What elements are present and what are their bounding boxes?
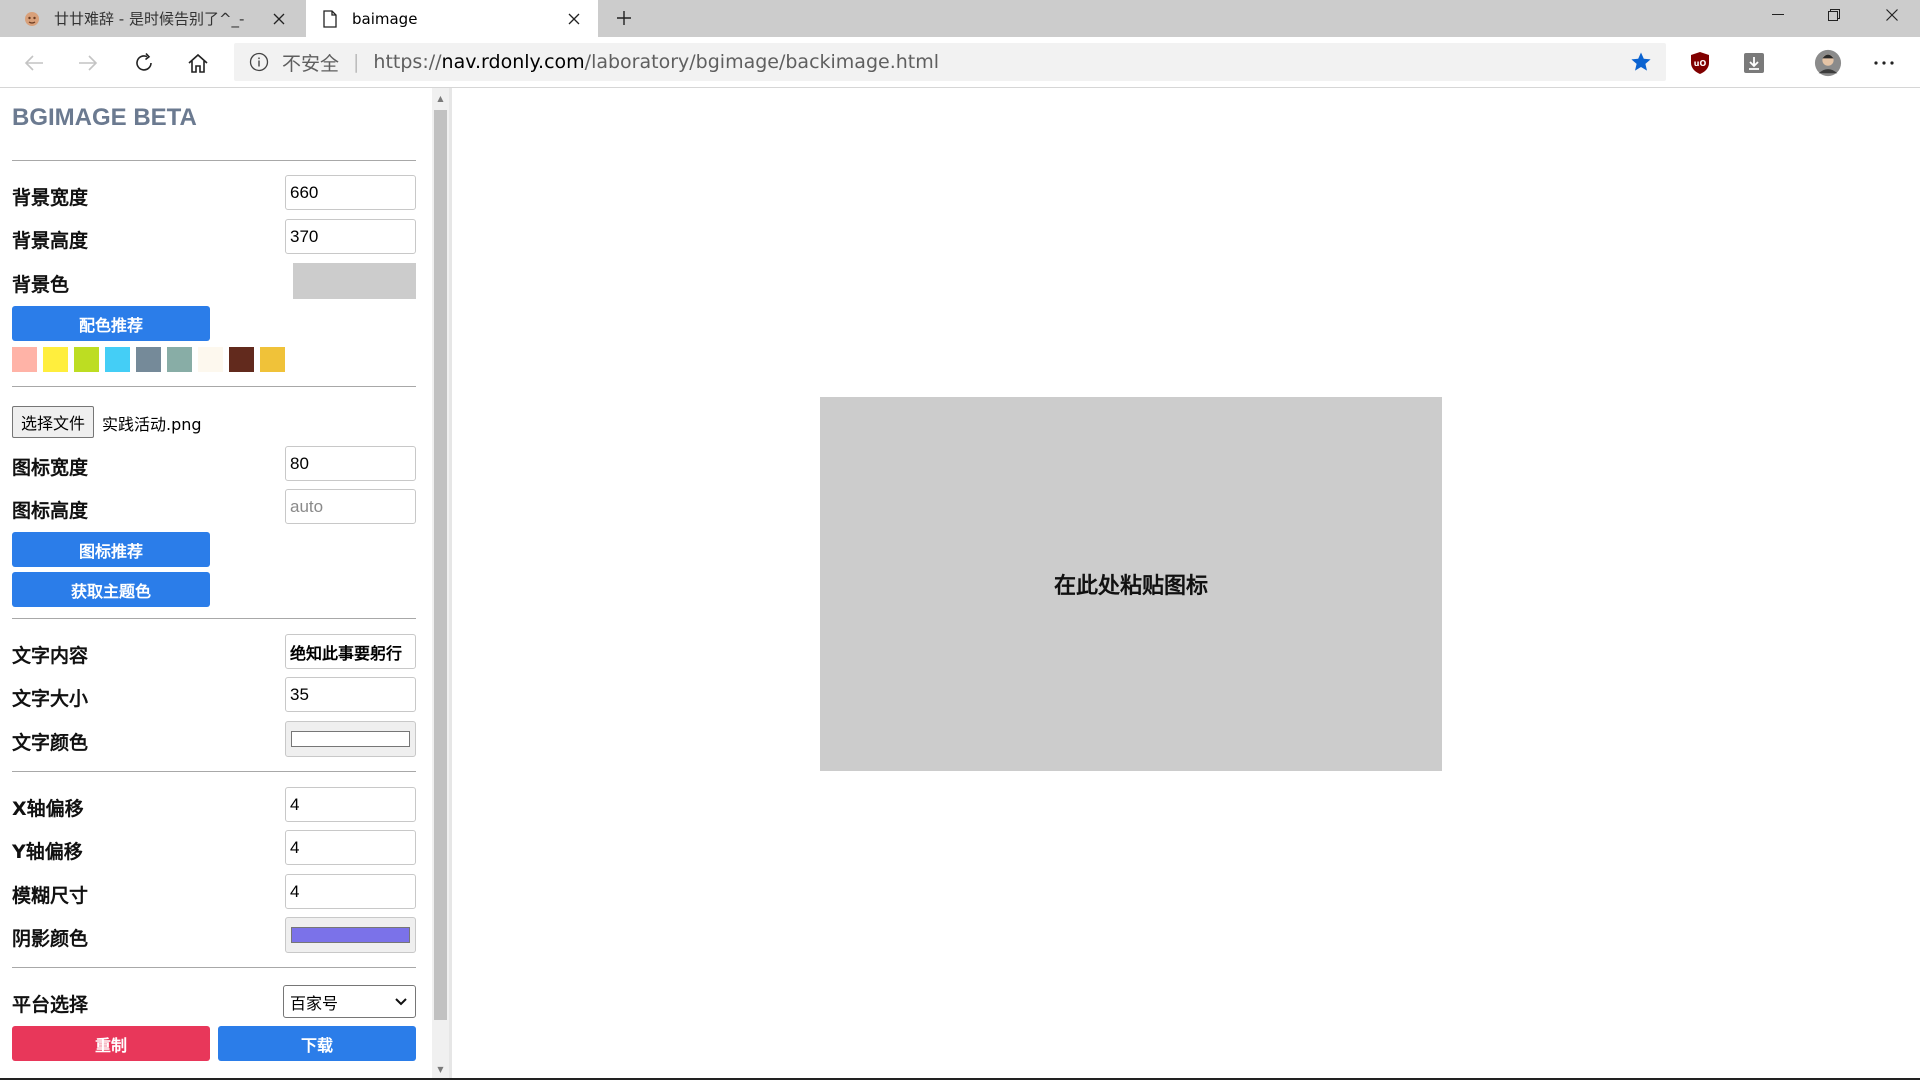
- color-swatch[interactable]: [198, 347, 223, 372]
- url-scheme: https://: [373, 51, 442, 73]
- scroll-down-icon[interactable]: ▼: [432, 1061, 449, 1078]
- background-image-canvas[interactable]: 在此处粘贴图标: [820, 397, 1442, 771]
- forward-icon[interactable]: [72, 47, 104, 79]
- reset-button[interactable]: 重制: [12, 1026, 210, 1061]
- section-divider: [12, 386, 416, 387]
- text-color-picker[interactable]: [285, 721, 416, 757]
- tab-strip: 廿廿难辞 - 是时候告别了^_- baimage: [0, 0, 1920, 37]
- back-icon[interactable]: [18, 47, 50, 79]
- blur-size-input[interactable]: 4: [285, 874, 416, 909]
- shadow-color-preview: [291, 927, 410, 943]
- emoji-favicon-icon: [22, 9, 42, 29]
- info-icon[interactable]: [248, 51, 270, 73]
- panel-scrollbar[interactable]: ▲ ▼: [432, 88, 449, 1080]
- download-icon[interactable]: [1740, 49, 1768, 77]
- more-menu-icon[interactable]: [1870, 49, 1898, 77]
- color-swatch[interactable]: [43, 347, 68, 372]
- color-swatch[interactable]: [167, 347, 192, 372]
- favorite-star-icon[interactable]: [1630, 51, 1652, 73]
- color-recommend-button[interactable]: 配色推荐: [12, 306, 210, 341]
- scrollbar-thumb[interactable]: [434, 110, 447, 1020]
- download-button[interactable]: 下载: [218, 1026, 416, 1061]
- tab-title: baimage: [352, 9, 418, 28]
- section-divider: [12, 618, 416, 619]
- page-icon: [320, 9, 340, 29]
- address-bar[interactable]: 不安全 | https://nav.rdonly.com/laboratory/…: [234, 43, 1666, 81]
- choose-file-button[interactable]: 选择文件: [12, 406, 95, 438]
- ublock-icon[interactable]: uO: [1686, 49, 1714, 77]
- avatar[interactable]: [1814, 49, 1842, 77]
- text-size-input[interactable]: 35: [285, 677, 416, 712]
- color-swatch[interactable]: [229, 347, 254, 372]
- blur-size-label: 模糊尺寸: [12, 885, 89, 907]
- platform-label: 平台选择: [12, 994, 89, 1016]
- svg-text:uO: uO: [1694, 59, 1707, 68]
- url-path: /laboratory/bgimage/backimage.html: [584, 51, 940, 73]
- paste-hint: 在此处粘贴图标: [1053, 574, 1208, 599]
- icon-recommend-button[interactable]: 图标推荐: [12, 532, 210, 567]
- text-content-label: 文字内容: [12, 645, 89, 667]
- close-icon[interactable]: [269, 9, 289, 29]
- y-offset-input[interactable]: 4: [285, 830, 416, 865]
- restore-icon[interactable]: [1806, 0, 1862, 30]
- color-swatch[interactable]: [74, 347, 99, 372]
- shadow-color-picker[interactable]: [285, 917, 416, 953]
- home-icon[interactable]: [182, 47, 214, 79]
- section-divider: [12, 771, 416, 772]
- close-icon[interactable]: [564, 9, 584, 29]
- close-window-icon[interactable]: [1864, 0, 1920, 30]
- new-tab-icon[interactable]: [610, 4, 638, 32]
- url-host: nav.rdonly.com: [441, 51, 585, 73]
- color-swatch[interactable]: [136, 347, 161, 372]
- icon-width-label: 图标宽度: [12, 457, 89, 479]
- text-color-preview: [291, 731, 410, 747]
- color-swatch-list: [12, 347, 291, 372]
- bg-width-input[interactable]: 660: [285, 175, 416, 210]
- scroll-up-icon[interactable]: ▲: [432, 90, 449, 107]
- chevron-down-icon: [395, 994, 407, 1013]
- browser-toolbar: 不安全 | https://nav.rdonly.com/laboratory/…: [0, 37, 1920, 88]
- text-content-input[interactable]: 绝知此事要躬行: [285, 634, 416, 669]
- bg-width-label: 背景宽度: [12, 187, 89, 209]
- theme-color-button[interactable]: 获取主题色: [12, 572, 210, 607]
- file-name: 实践活动.png: [102, 415, 202, 434]
- address-separator: |: [353, 51, 360, 73]
- bg-color-picker[interactable]: [293, 263, 416, 299]
- tab-title: 廿廿难辞 - 是时候告别了^_-: [54, 10, 245, 28]
- text-color-label: 文字颜色: [12, 732, 89, 754]
- x-offset-input[interactable]: 4: [285, 787, 416, 822]
- platform-selected: 百家号: [290, 993, 339, 1013]
- color-swatch[interactable]: [12, 347, 37, 372]
- icon-height-label: 图标高度: [12, 500, 89, 522]
- bg-color-label: 背景色: [12, 274, 70, 296]
- tab-inactive[interactable]: 廿廿难辞 - 是时候告别了^_-: [0, 0, 303, 37]
- text-size-label: 文字大小: [12, 688, 89, 710]
- bg-height-input[interactable]: 370: [285, 219, 416, 254]
- minimize-icon[interactable]: [1750, 0, 1806, 30]
- section-divider: [12, 967, 416, 968]
- shadow-color-label: 阴影颜色: [12, 928, 89, 950]
- platform-select[interactable]: 百家号: [283, 985, 416, 1018]
- page-title: BGIMAGE BETA: [12, 104, 197, 131]
- color-swatch[interactable]: [105, 347, 130, 372]
- section-divider: [12, 160, 416, 161]
- refresh-icon[interactable]: [128, 47, 160, 79]
- security-label[interactable]: 不安全: [282, 49, 339, 76]
- color-swatch[interactable]: [260, 347, 285, 372]
- x-offset-label: X轴偏移: [12, 798, 84, 820]
- icon-width-input[interactable]: 80: [285, 446, 416, 481]
- tab-active[interactable]: baimage: [306, 0, 598, 37]
- y-offset-label: Y轴偏移: [12, 841, 83, 863]
- icon-height-input[interactable]: auto: [285, 489, 416, 524]
- bg-height-label: 背景高度: [12, 230, 89, 252]
